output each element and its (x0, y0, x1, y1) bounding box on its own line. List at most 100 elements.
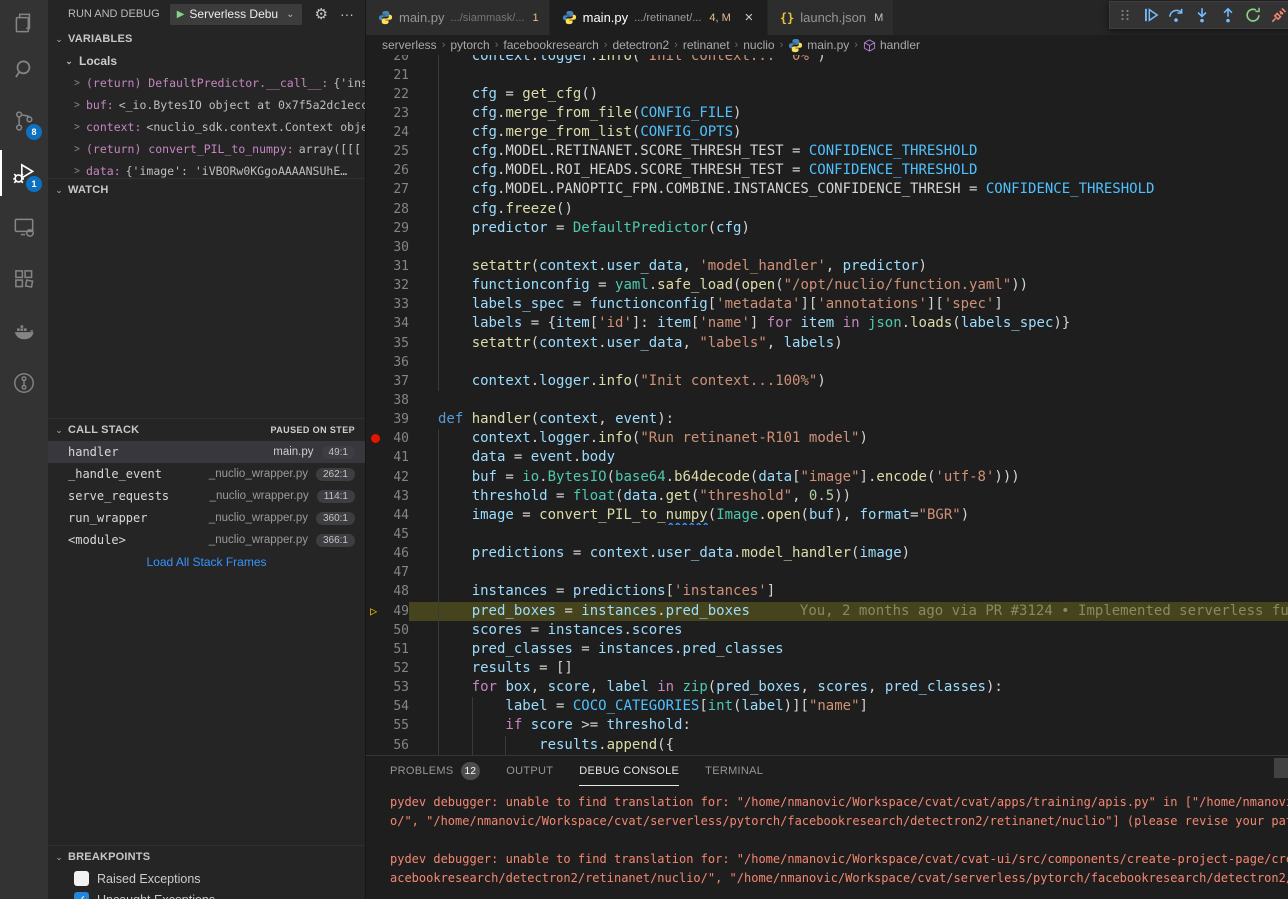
line-number[interactable]: 26 (388, 161, 409, 180)
step-out-button[interactable] (1215, 2, 1241, 28)
code-line[interactable]: 28cfg.freeze() (366, 200, 1288, 219)
variable-row[interactable]: >buf:<_io.BytesIO object at 0x7f5a2dc1ec… (48, 94, 365, 116)
code-line[interactable]: 26cfg.MODEL.ROI_HEADS.SCORE_THRESH_TEST … (366, 161, 1288, 180)
code-line-content[interactable] (409, 66, 1288, 85)
line-number[interactable]: 31 (388, 257, 409, 276)
gutter-glyph-margin[interactable] (366, 142, 388, 161)
code-line[interactable]: 21 (366, 66, 1288, 85)
code-line-content[interactable]: cfg.freeze() (409, 200, 1288, 219)
activity-item-source-control[interactable]: 8 (0, 98, 48, 144)
code-line[interactable]: 52results = [] (366, 659, 1288, 678)
line-number[interactable]: 21 (388, 66, 409, 85)
disconnect-button[interactable] (1266, 2, 1288, 28)
line-number[interactable]: 47 (388, 563, 409, 582)
code-line[interactable]: 41data = event.body (366, 448, 1288, 467)
gutter-glyph-margin[interactable] (366, 468, 388, 487)
gutter-glyph-margin[interactable] (366, 563, 388, 582)
code-line[interactable]: 43threshold = float(data.get("threshold"… (366, 487, 1288, 506)
expand-chevron-icon[interactable]: > (74, 100, 86, 111)
code-line-content[interactable]: if score >= threshold: (409, 716, 1288, 735)
line-number[interactable]: 35 (388, 334, 409, 353)
code-line-content[interactable] (409, 525, 1288, 544)
code-line-content[interactable]: instances = predictions['instances'] (409, 582, 1288, 601)
code-line[interactable]: 25cfg.MODEL.RETINANET.SCORE_THRESH_TEST … (366, 142, 1288, 161)
code-line[interactable]: 45 (366, 525, 1288, 544)
gutter-glyph-margin[interactable] (366, 736, 388, 755)
code-line-content[interactable]: cfg = get_cfg() (409, 85, 1288, 104)
code-line-content[interactable]: buf = io.BytesIO(base64.b64decode(data["… (409, 468, 1288, 487)
watch-header[interactable]: ⌄ WATCH (48, 179, 365, 201)
code-line[interactable]: 48instances = predictions['instances'] (366, 582, 1288, 601)
code-line-content[interactable]: for box, score, label in zip(pred_boxes,… (409, 678, 1288, 697)
call-stack-frame[interactable]: run_wrapper_nuclio_wrapper.py360:1 (48, 507, 365, 529)
variables-header[interactable]: ⌄ VARIABLES (48, 28, 365, 50)
code-line-content[interactable]: pred_classes = instances.pred_classes (409, 640, 1288, 659)
line-number[interactable]: 38 (388, 391, 409, 410)
gutter-glyph-margin[interactable] (366, 678, 388, 697)
expand-chevron-icon[interactable]: > (74, 166, 86, 177)
gutter-glyph-margin[interactable] (366, 123, 388, 142)
tab-launch.json[interactable]: {}launch.jsonM (768, 0, 893, 35)
line-number[interactable]: 20 (388, 55, 409, 66)
code-line[interactable]: 23cfg.merge_from_file(CONFIG_FILE) (366, 104, 1288, 123)
activity-item-extensions[interactable] (0, 256, 48, 302)
gutter-glyph-margin[interactable] (366, 238, 388, 257)
gutter-glyph-margin[interactable] (366, 506, 388, 525)
code-line[interactable]: 33labels_spec = functionconfig['metadata… (366, 295, 1288, 314)
code-line-content[interactable] (409, 563, 1288, 582)
gutter-glyph-margin[interactable] (366, 66, 388, 85)
start-debug-icon[interactable]: ▶ (177, 9, 185, 20)
variable-row[interactable]: >context:<nuclio_sdk.context.Context obj… (48, 116, 365, 138)
code-line-content[interactable]: def handler(context, event): (409, 410, 1288, 429)
code-line-content[interactable]: context.logger.info("Init context... 0%"… (409, 55, 1288, 66)
code-line-content[interactable]: image = convert_PIL_to_numpy(Image.open(… (409, 506, 1288, 525)
gutter-glyph-margin[interactable] (366, 640, 388, 659)
continue-button[interactable] (1138, 2, 1164, 28)
code-line[interactable]: 56results.append({ (366, 736, 1288, 755)
line-number[interactable]: 23 (388, 104, 409, 123)
code-line[interactable]: 51pred_classes = instances.pred_classes (366, 640, 1288, 659)
code-line-content[interactable]: setattr(context.user_data, "labels", lab… (409, 334, 1288, 353)
line-number[interactable]: 34 (388, 314, 409, 333)
code-line-content[interactable]: scores = instances.scores (409, 621, 1288, 640)
code-line-content[interactable]: predictor = DefaultPredictor(cfg) (409, 219, 1288, 238)
gutter-glyph-margin[interactable] (366, 200, 388, 219)
breadcrumb-item-pytorch[interactable]: pytorch (450, 38, 489, 52)
panel-tab-debug-console[interactable]: DEBUG CONSOLE (579, 756, 679, 786)
code-line[interactable]: 27cfg.MODEL.PANOPTIC_FPN.COMBINE.INSTANC… (366, 180, 1288, 199)
call-stack-frame[interactable]: _handle_event_nuclio_wrapper.py262:1 (48, 463, 365, 485)
variable-row[interactable]: >(return) convert_PIL_to_numpy:array([[[… (48, 138, 365, 160)
code-line[interactable]: 36 (366, 353, 1288, 372)
close-icon[interactable]: × (741, 9, 757, 26)
gutter-glyph-margin[interactable] (366, 334, 388, 353)
breadcrumb-item-detectron2[interactable]: detectron2 (612, 38, 669, 52)
code-line-content[interactable]: cfg.MODEL.RETINANET.SCORE_THRESH_TEST = … (409, 142, 1288, 161)
gutter-glyph-margin[interactable] (366, 448, 388, 467)
panel-tab-problems[interactable]: PROBLEMS12 (390, 756, 480, 786)
breadcrumb-item-retinanet[interactable]: retinanet (683, 38, 730, 52)
breakpoint-row[interactable]: Raised Exceptions (48, 868, 365, 889)
code-line-content[interactable]: predictions = context.user_data.model_ha… (409, 544, 1288, 563)
breadcrumb-item-serverless[interactable]: serverless (382, 38, 437, 52)
breakpoint-checkbox[interactable] (74, 871, 89, 886)
breadcrumb-item-mainpy[interactable]: main.py (788, 38, 849, 53)
code-line[interactable]: 40context.logger.info("Run retinanet-R10… (366, 429, 1288, 448)
line-number[interactable]: 46 (388, 544, 409, 563)
call-stack-frame[interactable]: handlermain.py49:1 (48, 441, 365, 463)
gutter-glyph-margin[interactable] (366, 487, 388, 506)
code-line[interactable]: 38 (366, 391, 1288, 410)
line-number[interactable]: 49 (388, 602, 409, 621)
gutter-glyph-margin[interactable] (366, 161, 388, 180)
code-line[interactable]: 55if score >= threshold: (366, 716, 1288, 735)
code-line[interactable]: 24cfg.merge_from_list(CONFIG_OPTS) (366, 123, 1288, 142)
breakpoint-checkbox[interactable]: ✓ (74, 892, 89, 899)
breakpoint-icon[interactable] (371, 434, 380, 443)
line-number[interactable]: 25 (388, 142, 409, 161)
gutter-glyph-margin[interactable] (366, 391, 388, 410)
restart-button[interactable] (1241, 2, 1267, 28)
code-line-content[interactable]: data = event.body (409, 448, 1288, 467)
code-line[interactable]: 32functionconfig = yaml.safe_load(open("… (366, 276, 1288, 295)
activity-item-remote-explorer[interactable] (0, 204, 48, 250)
line-number[interactable]: 52 (388, 659, 409, 678)
panel-tab-terminal[interactable]: TERMINAL (705, 756, 763, 786)
